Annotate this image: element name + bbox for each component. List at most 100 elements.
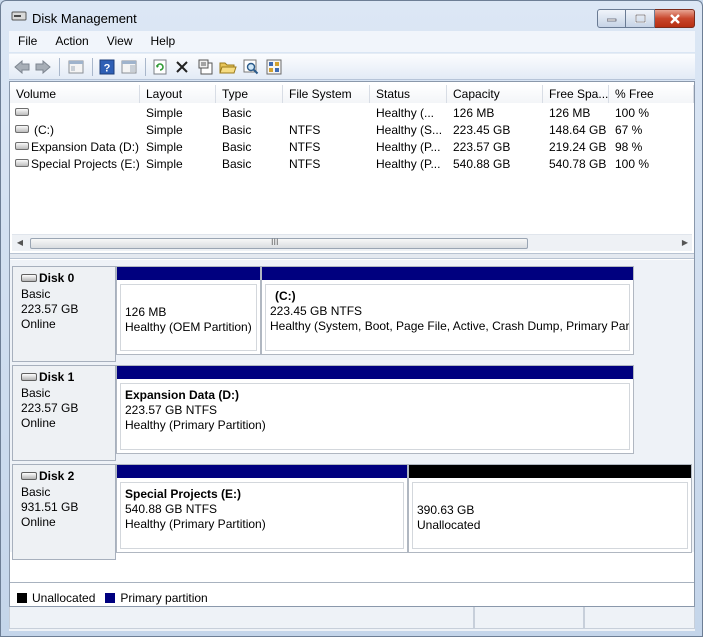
table-row[interactable]: Expansion Data (D:) Simple Basic NTFS He…: [10, 138, 694, 155]
menu-view[interactable]: View: [98, 31, 142, 52]
search-icon: [243, 59, 259, 75]
disk-size: 223.57 GB: [21, 401, 79, 415]
open-button[interactable]: [219, 58, 237, 76]
horizontal-scrollbar[interactable]: ◀ III ▶: [12, 234, 692, 251]
maximize-icon: [634, 14, 646, 23]
show-hide-tree-icon: [68, 60, 84, 74]
minimize-button[interactable]: [597, 9, 626, 28]
disk-name: Disk 1: [39, 370, 75, 384]
disk-icon: [21, 373, 37, 381]
column-header-layout[interactable]: Layout: [140, 85, 216, 103]
cell-capacity: 223.57 GB: [453, 140, 511, 154]
disk-name: Disk 0: [39, 271, 75, 285]
partition-title: (C:): [275, 289, 296, 303]
search-button[interactable]: [242, 58, 260, 76]
menu-action[interactable]: Action: [46, 31, 97, 52]
cell-volume: Expansion Data (D:): [31, 140, 140, 154]
volume-drive-icon: [15, 125, 29, 133]
column-header-type[interactable]: Type: [216, 85, 283, 103]
settings-button[interactable]: [265, 58, 283, 76]
forward-button[interactable]: [34, 58, 52, 76]
partition-header-bar: [117, 366, 633, 379]
status-cell: [9, 607, 474, 629]
main-content: Volume Layout Type File System Status Ca…: [9, 81, 695, 607]
menu-file[interactable]: File: [9, 31, 46, 52]
disk-size: 931.51 GB: [21, 500, 79, 514]
disk-size: 223.57 GB: [21, 302, 79, 316]
properties-icon: [198, 59, 213, 75]
cell-free-space: 148.64 GB: [549, 123, 607, 137]
properties-pane-icon: [121, 60, 137, 74]
menu-bar: File Action View Help: [9, 31, 695, 52]
column-header-volume[interactable]: Volume: [10, 85, 140, 103]
partition-header-bar: [117, 465, 407, 478]
cell-type: Basic: [222, 157, 252, 171]
cell-capacity: 540.88 GB: [453, 157, 511, 171]
toolbar-separator: [59, 58, 60, 76]
disk-0-label[interactable]: Disk 0 Basic 223.57 GB Online: [12, 266, 116, 362]
volume-drive-icon: [15, 142, 29, 150]
cell-status: Healthy (P...: [376, 140, 441, 154]
partition-header-bar: [262, 267, 633, 280]
cell-status: Healthy (S...: [376, 123, 443, 137]
partition-header-bar: [117, 267, 260, 280]
cell-layout: Simple: [146, 140, 183, 154]
show-hide-tree-button[interactable]: [67, 58, 85, 76]
cell-percent-free: 67 %: [615, 123, 643, 137]
partition-size: 390.63 GB: [417, 503, 475, 517]
partition-title: Expansion Data (D:): [125, 388, 240, 402]
disk-2-label[interactable]: Disk 2 Basic 931.51 GB Online: [12, 464, 116, 560]
toolbar-separator: [145, 58, 146, 76]
refresh-button[interactable]: [151, 58, 169, 76]
cell-free-space: 126 MB: [549, 106, 591, 120]
properties-button[interactable]: [197, 58, 215, 76]
scrollbar-thumb[interactable]: III: [30, 237, 528, 249]
table-row[interactable]: Simple Basic Healthy (... 126 MB 126 MB …: [10, 104, 694, 121]
cell-volume: (C:): [34, 123, 54, 137]
disk-type: Basic: [21, 485, 51, 499]
disk-management-app-icon: [11, 11, 27, 21]
cell-status: Healthy (...: [376, 106, 435, 120]
column-header-status[interactable]: Status: [370, 85, 447, 103]
toolbar-separator: [92, 58, 93, 76]
volume-list: Volume Layout Type File System Status Ca…: [10, 82, 694, 253]
cell-volume: Special Projects (E:): [31, 157, 140, 171]
menu-help[interactable]: Help: [142, 31, 185, 52]
column-header-percent-free[interactable]: % Free: [609, 85, 694, 103]
volume-drive-icon: [15, 108, 29, 116]
disk-icon: [21, 472, 37, 480]
scroll-left-arrow-icon[interactable]: ◀: [15, 238, 25, 248]
help-button[interactable]: ?: [98, 58, 116, 76]
partition-status: Healthy (Primary Partition): [125, 517, 266, 531]
close-button[interactable]: [655, 9, 695, 28]
column-header-capacity[interactable]: Capacity: [447, 85, 543, 103]
disk-name: Disk 2: [39, 469, 75, 483]
back-button[interactable]: [13, 58, 31, 76]
partition-oem[interactable]: 126 MB Healthy (OEM Partition): [116, 266, 261, 355]
toolbar: ?: [9, 53, 695, 80]
scroll-right-arrow-icon[interactable]: ▶: [680, 238, 690, 248]
window-title: Disk Management: [32, 11, 137, 26]
column-header-file-system[interactable]: File System: [283, 85, 370, 103]
column-header-free-space[interactable]: Free Spa...: [543, 85, 609, 103]
pane-splitter[interactable]: [10, 253, 694, 259]
table-row[interactable]: Special Projects (E:) Simple Basic NTFS …: [10, 155, 694, 172]
disk-state: Online: [21, 317, 56, 331]
partition-size: 223.57 GB NTFS: [125, 403, 218, 417]
maximize-button[interactable]: [626, 9, 655, 28]
settings-icon: [266, 59, 282, 75]
svg-text:?: ?: [104, 63, 111, 75]
legend-swatch-primary: [105, 592, 116, 603]
partition-e[interactable]: Special Projects (E:) 540.88 GB NTFS Hea…: [116, 464, 408, 553]
table-row[interactable]: (C:) Simple Basic NTFS Healthy (S... 223…: [10, 121, 694, 138]
title-bar[interactable]: Disk Management: [1, 1, 702, 31]
properties-pane-button[interactable]: [120, 58, 138, 76]
partition-unallocated[interactable]: 390.63 GB Unallocated: [408, 464, 692, 553]
disk-1-label[interactable]: Disk 1 Basic 223.57 GB Online: [12, 365, 116, 461]
delete-button[interactable]: [173, 58, 191, 76]
partition-c[interactable]: (C:) 223.45 GB NTFS Healthy (System, Boo…: [261, 266, 634, 355]
partition-d[interactable]: Expansion Data (D:) 223.57 GB NTFS Healt…: [116, 365, 634, 454]
cell-layout: Simple: [146, 106, 183, 120]
disk-type: Basic: [21, 386, 51, 400]
legend: Unallocated Primary partition: [10, 582, 694, 606]
